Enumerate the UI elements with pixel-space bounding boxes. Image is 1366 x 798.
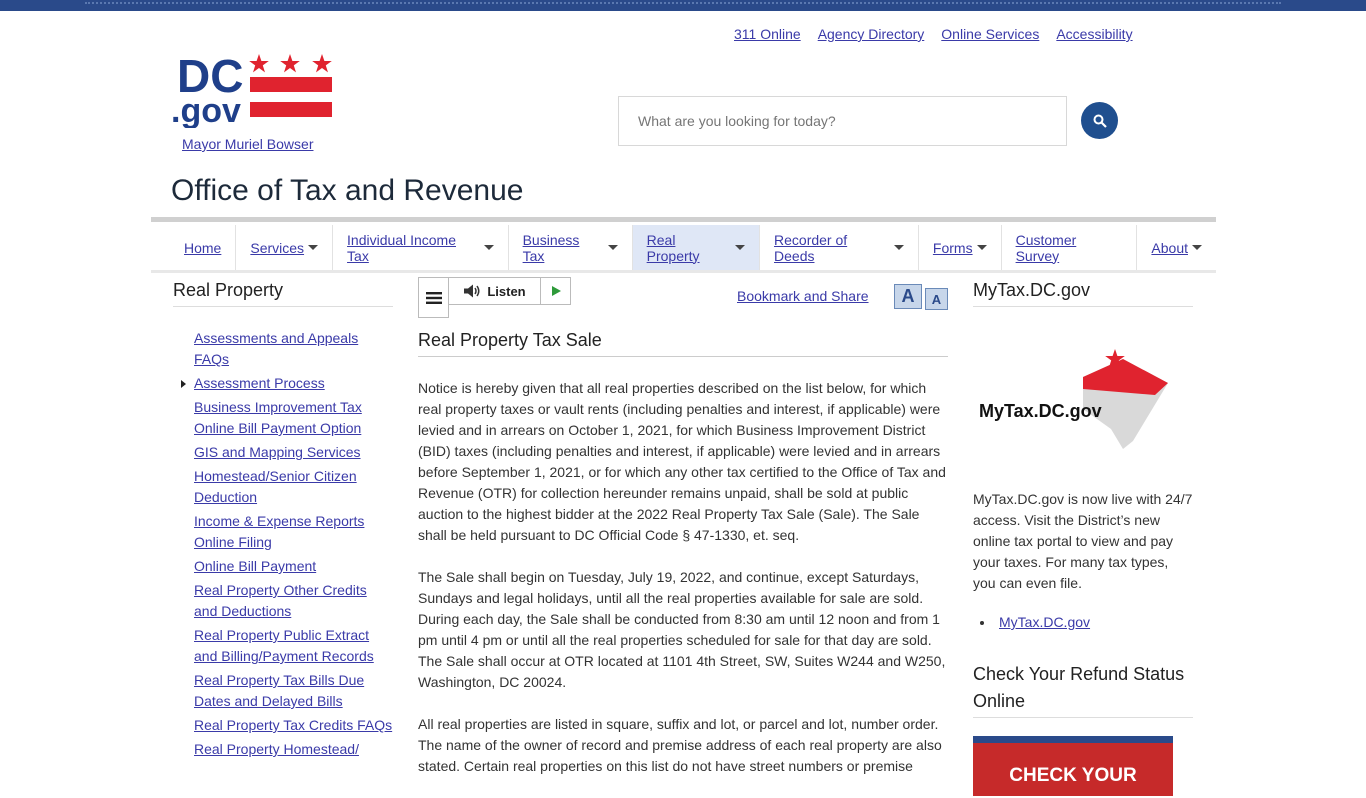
mayor-link[interactable]: Mayor Muriel Bowser [182,136,313,152]
nav-item-about[interactable]: About [1137,225,1216,270]
utility-link-online-services[interactable]: Online Services [941,26,1039,42]
sidebar-item: Income & Expense Reports Online Filing [194,511,393,553]
sidebar-item: Assessment Process [181,373,393,394]
dc-gov-logo[interactable]: DC .gov [171,50,336,130]
search-button[interactable] [1081,102,1118,139]
readspeaker-toolbar: Listen [418,277,571,318]
nav-label[interactable]: About [1151,240,1188,256]
sidebar-link[interactable]: Assessments and Appeals FAQs [194,330,358,367]
decrease-font-button[interactable]: A [925,288,948,310]
nav-item-business-tax[interactable]: Business Tax [509,225,633,270]
logo-text-gov: .gov [171,92,241,128]
nav-label[interactable]: Forms [933,240,973,256]
sidebar-link[interactable]: Real Property Other Credits and Deductio… [194,582,367,619]
nav-label[interactable]: Customer Survey [1016,232,1123,264]
mytax-list-item: MyTax.DC.gov [980,614,1193,630]
utility-link-accessibility[interactable]: Accessibility [1056,26,1132,42]
sidebar-item: Real Property Tax Credits FAQs [194,715,393,736]
main-content: Real Property Tax Sale Notice is hereby … [418,330,948,798]
sidebar-item: GIS and Mapping Services [194,442,393,463]
page-title: Real Property Tax Sale [418,330,948,357]
caret-down-icon[interactable] [735,245,746,250]
sidebar-item: Business Improvement Tax Online Bill Pay… [194,397,393,439]
sidebar-link[interactable]: Real Property Public Extract and Billing… [194,627,374,664]
sidebar-link[interactable]: GIS and Mapping Services [194,444,361,460]
nav-label[interactable]: Individual Income Tax [347,232,480,264]
sidebar-link[interactable]: Homestead/Senior Citizen Deduction [194,468,357,505]
speaker-icon [464,284,480,298]
top-stripe [0,0,1366,11]
sidebar: Real Property Assessments and Appeals FA… [173,280,393,763]
sidebar-item: Real Property Other Credits and Deductio… [194,580,393,622]
mytax-link[interactable]: MyTax.DC.gov [999,614,1090,630]
sidebar-item: Online Bill Payment [194,556,393,577]
nav-label[interactable]: Services [250,240,304,256]
refund-status-title: Check Your Refund Status Online [973,661,1193,718]
content-paragraph: The Sale shall begin on Tuesday, July 19… [418,569,946,690]
nav-label[interactable]: Home [184,240,221,256]
check-refund-banner[interactable]: CHECK YOUR [973,736,1173,796]
nav-item-customer-survey[interactable]: Customer Survey [1002,225,1138,270]
utility-link-311[interactable]: 311 Online [734,26,801,42]
mytax-description: MyTax.DC.gov is now live with 24/7 acces… [973,491,1193,591]
nav-item-real-property[interactable]: Real Property [632,225,761,270]
sidebar-list: Assessments and Appeals FAQs Assessment … [173,328,393,760]
sidebar-item: Real Property Homestead/ [194,739,393,760]
sidebar-link[interactable]: Business Improvement Tax Online Bill Pay… [194,399,362,436]
nav-item-individual-income-tax[interactable]: Individual Income Tax [333,225,509,270]
sidebar-item: Real Property Tax Bills Due Dates and De… [194,670,393,712]
menu-icon [425,291,442,304]
mytax-logo-text: MyTax.DC.gov [979,401,1102,421]
caret-down-icon[interactable] [1192,245,1202,250]
sidebar-link[interactable]: Income & Expense Reports Online Filing [194,513,364,550]
sidebar-link[interactable]: Real Property Tax Bills Due Dates and De… [194,672,364,709]
caret-down-icon[interactable] [607,245,618,250]
mytax-logo[interactable]: MyTax.DC.gov [973,349,1193,459]
sidebar-link[interactable]: Online Bill Payment [194,558,316,574]
caret-down-icon[interactable] [483,245,494,250]
utility-nav: 311 Online Agency Directory Online Servi… [734,26,1133,42]
sidebar-item: Assessments and Appeals FAQs [194,328,393,370]
content-paragraph: Notice is hereby given that all real pro… [418,380,946,543]
nav-divider [151,270,1216,273]
caret-down-icon[interactable] [976,245,987,250]
sidebar-item: Homestead/Senior Citizen Deduction [194,466,393,508]
play-icon [551,286,561,296]
caret-down-icon[interactable] [308,245,319,250]
mytax-links: MyTax.DC.gov [973,614,1193,630]
increase-font-button[interactable]: A [894,284,922,309]
nav-label[interactable]: Recorder of Deeds [774,232,890,264]
nav-item-forms[interactable]: Forms [919,225,1002,270]
listen-label: Listen [487,283,526,299]
caret-down-icon[interactable] [893,245,904,250]
sidebar-link[interactable]: Real Property Homestead/ [194,741,359,757]
main-nav: Home Services Individual Income Tax Busi… [151,225,1216,270]
nav-label[interactable]: Business Tax [523,232,604,264]
listen-button[interactable]: Listen [449,277,541,305]
nav-label[interactable]: Real Property [647,232,731,264]
utility-link-agency-directory[interactable]: Agency Directory [818,26,925,42]
sidebar-title: Real Property [173,280,393,307]
nav-item-recorder-of-deeds[interactable]: Recorder of Deeds [760,225,919,270]
nav-item-home[interactable]: Home [151,225,237,270]
title-divider [151,217,1216,222]
listen-menu-button[interactable] [418,277,449,318]
nav-item-services[interactable]: Services [236,225,334,270]
sidebar-item: Real Property Public Extract and Billing… [194,625,393,667]
search-input[interactable] [619,97,1066,145]
bookmark-share-link[interactable]: Bookmark and Share [737,288,869,304]
sidebar-link[interactable]: Real Property Tax Credits FAQs [194,717,392,733]
play-button[interactable] [541,277,571,305]
search-icon [1093,114,1107,128]
sidebar-link[interactable]: Assessment Process [194,375,325,391]
right-sidebar: MyTax.DC.gov MyTax.DC.gov MyTax.DC.gov i… [973,280,1193,796]
site-title: Office of Tax and Revenue [171,174,524,207]
search-box [618,96,1067,146]
mytax-title: MyTax.DC.gov [973,280,1193,307]
